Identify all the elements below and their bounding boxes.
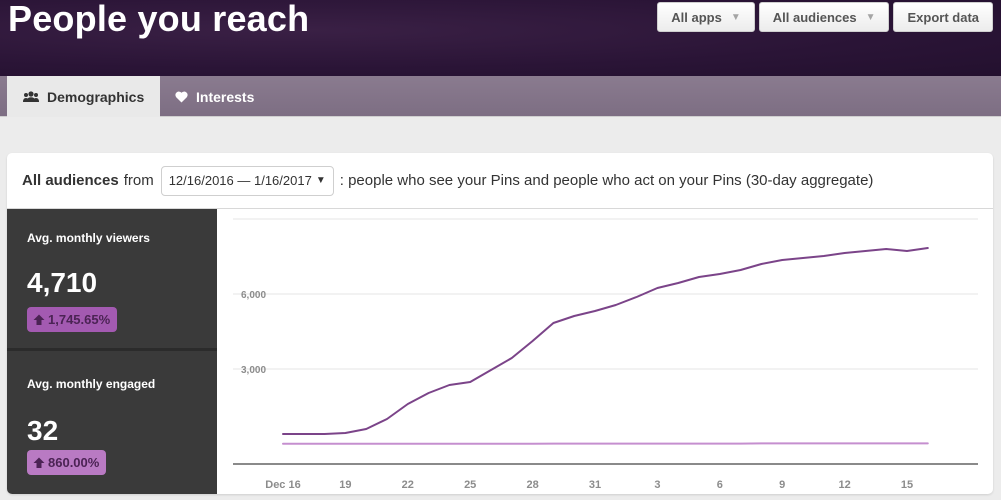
tab-demographics-label: Demographics bbox=[47, 88, 145, 105]
x-tick-label: 15 bbox=[901, 479, 913, 491]
audience-card: All audiences from 12/16/2016 — 1/16/201… bbox=[7, 153, 993, 494]
chevron-down-icon: ▼ bbox=[730, 11, 741, 23]
export-data-button[interactable]: Export data bbox=[893, 2, 993, 32]
arrow-up-icon bbox=[33, 314, 45, 326]
tab-interests-label: Interests bbox=[196, 88, 255, 105]
all-audiences-dropdown[interactable]: All audiences ▼ bbox=[758, 2, 890, 32]
x-tick-label: 9 bbox=[779, 479, 785, 491]
tab-bar: Demographics Interests bbox=[0, 76, 1001, 117]
change-value: 1,745.65% bbox=[48, 312, 111, 327]
y-tick-label: 6,000 bbox=[241, 290, 266, 301]
x-tick-label: 31 bbox=[589, 479, 601, 491]
stat-monthly-engaged: Avg. monthly engaged 32 860.00% bbox=[7, 354, 217, 494]
all-audiences-label: All audiences bbox=[772, 9, 857, 25]
stat-monthly-viewers: Avg. monthly viewers 4,710 1,745.65% bbox=[7, 209, 217, 351]
page-title: People you reach bbox=[8, 0, 310, 39]
export-data-label: Export data bbox=[907, 9, 979, 25]
x-tick-label: 6 bbox=[717, 479, 723, 491]
x-tick-label: 28 bbox=[526, 479, 538, 491]
people-icon bbox=[23, 90, 39, 103]
tab-interests[interactable]: Interests bbox=[160, 76, 280, 117]
all-apps-label: All apps bbox=[671, 9, 722, 25]
viewers-series-line bbox=[282, 247, 929, 435]
from-label: from bbox=[123, 172, 154, 189]
stat-value: 32 bbox=[27, 415, 59, 446]
arrow-up-icon bbox=[33, 457, 45, 469]
change-value: 860.00% bbox=[48, 455, 100, 470]
date-range-value: 12/16/2016 — 1/16/2017 bbox=[168, 173, 312, 188]
reach-line-chart: 3,000 6,000 Dec 16 19 22 25 28 31 3 6 9 12 15 bbox=[217, 209, 993, 494]
audience-description: : people who see your Pins and people wh… bbox=[339, 172, 874, 189]
change-badge: 1,745.65% bbox=[27, 307, 118, 332]
chevron-down-icon: ▼ bbox=[315, 175, 326, 186]
x-tick-label: Dec 16 bbox=[265, 479, 300, 491]
x-tick-label: 22 bbox=[402, 479, 414, 491]
stat-label: Avg. monthly viewers bbox=[27, 231, 150, 245]
x-tick-label: 25 bbox=[464, 479, 476, 491]
chart-svg: 3,000 6,000 Dec 16 19 22 25 28 31 3 6 9 12 15 bbox=[233, 218, 978, 491]
page-header: People you reach All apps ▼ All audience… bbox=[0, 0, 1001, 76]
heart-icon bbox=[175, 91, 188, 103]
stat-label: Avg. monthly engaged bbox=[27, 377, 156, 391]
x-tick-label: 3 bbox=[654, 479, 660, 491]
date-range-picker[interactable]: 12/16/2016 — 1/16/2017 ▼ bbox=[160, 165, 334, 196]
header-actions: All apps ▼ All audiences ▼ Export data bbox=[657, 2, 993, 32]
audience-name: All audiences bbox=[22, 172, 119, 189]
chevron-down-icon: ▼ bbox=[865, 11, 876, 23]
audience-summary: All audiences from 12/16/2016 — 1/16/201… bbox=[7, 153, 993, 209]
tab-demographics[interactable]: Demographics bbox=[7, 76, 160, 117]
stats-panel: Avg. monthly viewers 4,710 1,745.65% Avg… bbox=[7, 209, 217, 494]
change-badge: 860.00% bbox=[27, 450, 107, 475]
stat-value: 4,710 bbox=[27, 267, 98, 298]
x-tick-label: 12 bbox=[838, 479, 850, 491]
x-tick-label: 19 bbox=[339, 479, 351, 491]
all-apps-dropdown[interactable]: All apps ▼ bbox=[657, 2, 755, 32]
y-tick-label: 3,000 bbox=[241, 365, 266, 376]
